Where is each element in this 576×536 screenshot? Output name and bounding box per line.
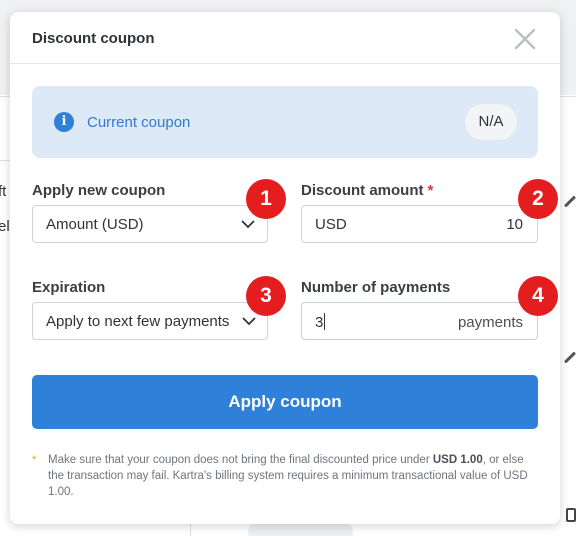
background-text-fragment: el — [0, 218, 10, 235]
background-text-fragment: ft — [0, 183, 7, 200]
footnote-bold: USD 1.00 — [432, 454, 483, 466]
number-of-payments-value-wrap: 3 — [315, 313, 326, 331]
step-marker-3: 3 — [246, 276, 286, 316]
expiration-select[interactable]: Apply to next few payments — [32, 302, 268, 340]
dialog-header: Discount coupon — [10, 12, 560, 64]
current-coupon-label: Current coupon — [87, 114, 191, 131]
payments-suffix: payments — [457, 314, 523, 331]
required-mark: * — [427, 182, 434, 199]
info-icon: i — [54, 112, 74, 132]
close-button[interactable] — [512, 26, 538, 52]
current-coupon-panel: i Current coupon N/A — [32, 86, 538, 158]
discount-amount-value: 10 — [506, 216, 523, 233]
close-icon — [514, 28, 536, 50]
dialog-title: Discount coupon — [32, 30, 155, 47]
expiration-label: Expiration — [32, 279, 106, 296]
step-marker-4: 4 — [518, 276, 558, 316]
discount-currency: USD — [315, 216, 347, 233]
footnote-part1: Make sure that your coupon does not brin… — [48, 454, 433, 466]
current-coupon-value: N/A — [465, 104, 517, 140]
footnote-text: Make sure that your coupon does not brin… — [48, 452, 528, 500]
step-marker-1: 1 — [246, 179, 286, 219]
discount-amount-label-text: Discount amount — [301, 182, 424, 199]
background-divider — [0, 160, 10, 161]
number-of-payments-label: Number of payments — [301, 279, 451, 296]
text-caret — [324, 313, 326, 330]
step-marker-2: 2 — [518, 179, 558, 219]
apply-new-coupon-select[interactable]: Amount (USD) — [32, 205, 268, 243]
number-of-payments-input[interactable]: 3 payments — [301, 302, 538, 340]
footnote-star: * — [32, 454, 37, 466]
discount-amount-input[interactable]: USD 10 — [301, 205, 538, 243]
expiration-value: Apply to next few payments — [46, 313, 230, 330]
apply-new-coupon-label: Apply new coupon — [32, 182, 166, 199]
number-of-payments-value: 3 — [315, 314, 324, 331]
chevron-down-icon — [242, 317, 256, 326]
discount-coupon-dialog: Discount coupon i Current coupon N/A App… — [10, 12, 560, 524]
calendar-icon — [566, 508, 576, 522]
chevron-down-icon — [241, 220, 255, 229]
discount-amount-label: Discount amount * — [301, 182, 433, 199]
apply-new-coupon-value: Amount (USD) — [46, 216, 144, 233]
apply-coupon-button[interactable]: Apply coupon — [32, 375, 538, 429]
background-pill — [248, 522, 353, 536]
